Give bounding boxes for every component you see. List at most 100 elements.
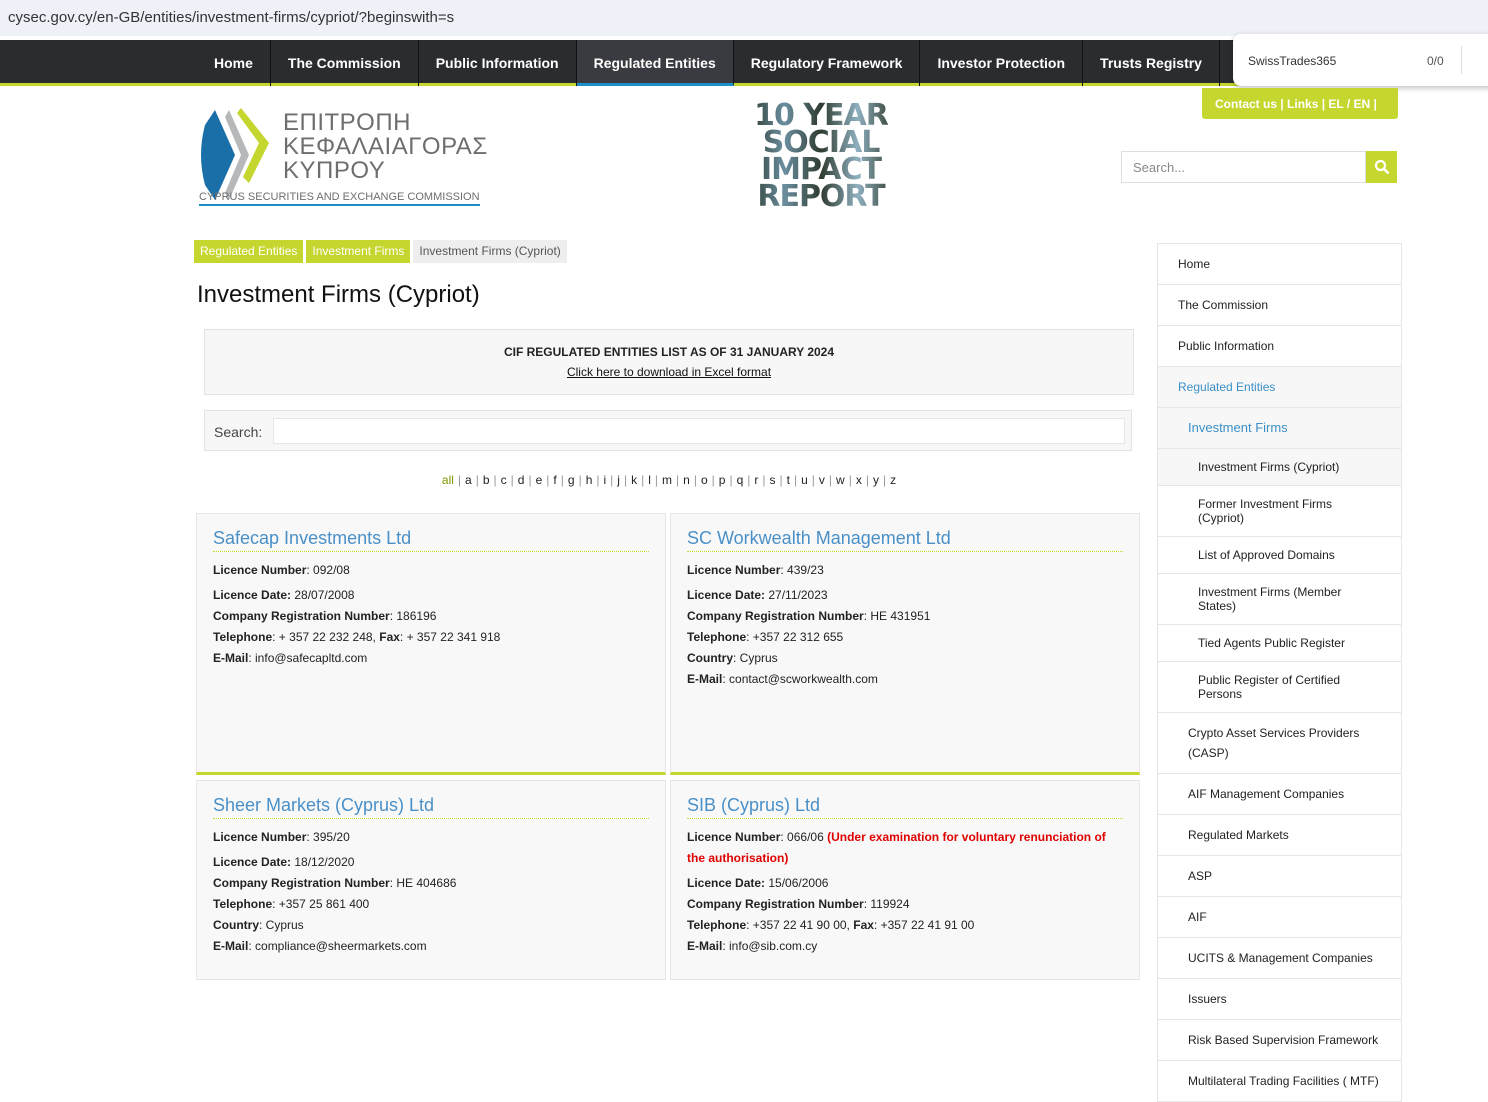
- cysec-logo[interactable]: ΕΠΙΤΡΟΠΗ ΚΕΦΑΛΑΙΑΓΟΡΑΣ ΚΥΠΡΟΥ CYPRUS SECUR…: [197, 105, 487, 210]
- letter-c[interactable]: c: [501, 473, 507, 487]
- find-query[interactable]: SwissTrades365: [1248, 54, 1336, 68]
- sidebar-item[interactable]: AIF Management Companies: [1158, 774, 1401, 815]
- breadcrumb-investment-firms[interactable]: Investment Firms: [306, 240, 411, 263]
- separator: |: [578, 473, 582, 487]
- letter-o[interactable]: o: [701, 473, 708, 487]
- top-links[interactable]: Contact us | Links | EL / EN |: [1202, 88, 1398, 119]
- separator: |: [693, 473, 697, 487]
- field-value: 092/08: [313, 563, 350, 577]
- firm-field: Licence Date: 15/06/2006: [687, 873, 1123, 894]
- letter-u[interactable]: u: [801, 473, 808, 487]
- sidebar-item[interactable]: Issuers: [1158, 979, 1401, 1020]
- social-impact-report-banner[interactable]: 10 YEAR SOCIAL IMPACT REPORT: [748, 101, 894, 212]
- sidebar-item[interactable]: AIF: [1158, 897, 1401, 938]
- logo-chevrons-icon: [201, 108, 269, 200]
- letter-g[interactable]: g: [568, 473, 575, 487]
- sidebar-item[interactable]: Risk Based Supervision Framework: [1158, 1020, 1401, 1061]
- field-value: info@safecapltd.com: [255, 651, 368, 665]
- field-label: Country: [213, 918, 259, 932]
- letter-i[interactable]: i: [604, 473, 607, 487]
- field-value: + 357 22 232 248,: [278, 630, 380, 644]
- nav-item-the-commission[interactable]: The Commission: [271, 40, 419, 86]
- letter-k[interactable]: k: [631, 473, 637, 487]
- nav-item-investor-protection[interactable]: Investor Protection: [920, 40, 1084, 86]
- firm-field: Company Registration Number: 186196: [213, 609, 437, 623]
- find-bar[interactable]: SwissTrades365 0/0: [1233, 34, 1488, 86]
- sidebar-item[interactable]: Investment Firms (Cypriot): [1158, 449, 1401, 486]
- field-label: E-Mail: [687, 672, 723, 686]
- separator: |: [729, 473, 733, 487]
- letter-v[interactable]: v: [819, 473, 825, 487]
- field-label: E-Mail: [213, 651, 249, 665]
- firm-name[interactable]: Safecap Investments Ltd: [213, 528, 649, 552]
- letter-j[interactable]: j: [617, 473, 620, 487]
- sidebar-item[interactable]: Multilateral Trading Facilities ( MTF): [1158, 1061, 1401, 1102]
- letter-n[interactable]: n: [683, 473, 690, 487]
- separator: |: [546, 473, 550, 487]
- letter-d[interactable]: d: [518, 473, 525, 487]
- sidebar-item[interactable]: Investment Firms: [1158, 408, 1401, 449]
- letter-a[interactable]: a: [465, 473, 472, 487]
- field-label: Licence Date:: [687, 876, 766, 890]
- field-value: compliance@sheermarkets.com: [255, 939, 427, 953]
- letter-x[interactable]: x: [856, 473, 862, 487]
- search-button[interactable]: [1366, 151, 1397, 183]
- firm-name[interactable]: Sheer Markets (Cyprus) Ltd: [213, 795, 649, 819]
- field-value: 119924: [870, 897, 910, 911]
- field-label: Licence Number: [687, 563, 781, 577]
- field-value: 439/23: [787, 563, 824, 577]
- firm-name[interactable]: SIB (Cyprus) Ltd: [687, 795, 1123, 819]
- field-label: Licence Number: [213, 830, 307, 844]
- letter-z[interactable]: z: [890, 473, 896, 487]
- letter-s[interactable]: s: [770, 473, 776, 487]
- letter-t[interactable]: t: [787, 473, 790, 487]
- firm-field: Licence Number: 092/08: [213, 563, 350, 577]
- sidebar-item[interactable]: ASP: [1158, 856, 1401, 897]
- letter-y[interactable]: y: [873, 473, 879, 487]
- sidebar-item[interactable]: Former Investment Firms (Cypriot): [1158, 486, 1401, 537]
- sidebar-item[interactable]: Home: [1158, 244, 1401, 285]
- nav-item-home[interactable]: Home: [197, 40, 271, 86]
- sidebar-item[interactable]: Public Register of Certified Persons: [1158, 662, 1401, 713]
- separator: |: [623, 473, 628, 487]
- letter-l[interactable]: l: [648, 473, 651, 487]
- letter-all[interactable]: all: [442, 473, 454, 487]
- breadcrumb-regulated-entities[interactable]: Regulated Entities: [194, 240, 304, 263]
- nav-item-regulated-entities[interactable]: Regulated Entities: [576, 40, 734, 86]
- separator: |: [528, 473, 532, 487]
- site-search-input[interactable]: Search...: [1121, 151, 1366, 183]
- separator: |: [848, 473, 852, 487]
- sidebar-item[interactable]: Crypto Asset Services Providers (CASP): [1158, 713, 1401, 774]
- sidebar-item[interactable]: List of Approved Domains: [1158, 537, 1401, 574]
- nav-item-regulatory-framework[interactable]: Regulatory Framework: [734, 40, 921, 86]
- sidebar-item[interactable]: Regulated Markets: [1158, 815, 1401, 856]
- letter-e[interactable]: e: [536, 473, 543, 487]
- download-excel-link[interactable]: Click here to download in Excel format: [567, 365, 771, 379]
- letter-w[interactable]: w: [836, 473, 845, 487]
- nav-item-trusts-registry[interactable]: Trusts Registry: [1083, 40, 1220, 86]
- letter-r[interactable]: r: [754, 473, 758, 487]
- firm-name[interactable]: SC Workwealth Management Ltd: [687, 528, 1123, 552]
- firm-field: E-Mail: info@safecapltd.com: [213, 651, 368, 665]
- letter-p[interactable]: p: [719, 473, 726, 487]
- sidebar-item[interactable]: UCITS & Management Companies: [1158, 938, 1401, 979]
- letter-b[interactable]: b: [483, 473, 490, 487]
- sidebar-item[interactable]: Public Information: [1158, 326, 1401, 367]
- address-bar[interactable]: cysec.gov.cy/en-GB/entities/investment-f…: [0, 0, 1488, 36]
- sidebar-item[interactable]: The Commission: [1158, 285, 1401, 326]
- field-value: 27/11/2023: [768, 588, 828, 602]
- field-value: HE 431951: [870, 609, 931, 623]
- filter-input[interactable]: [273, 418, 1125, 444]
- letter-q[interactable]: q: [737, 473, 744, 487]
- firm-field: Licence Date: 28/07/2008: [213, 585, 649, 606]
- nav-item-public-information[interactable]: Public Information: [419, 40, 577, 86]
- letter-f[interactable]: f: [553, 473, 556, 487]
- separator: |: [654, 473, 659, 487]
- sidebar-item[interactable]: Investment Firms (Member States): [1158, 574, 1401, 625]
- letter-m[interactable]: m: [662, 473, 672, 487]
- url-text: cysec.gov.cy/en-GB/entities/investment-f…: [8, 9, 455, 26]
- sidebar-item[interactable]: Tied Agents Public Register: [1158, 625, 1401, 662]
- letter-h[interactable]: h: [586, 473, 593, 487]
- sidebar-item[interactable]: Regulated Entities: [1158, 367, 1401, 408]
- firm-field: E-Mail: compliance@sheermarkets.com: [213, 939, 427, 953]
